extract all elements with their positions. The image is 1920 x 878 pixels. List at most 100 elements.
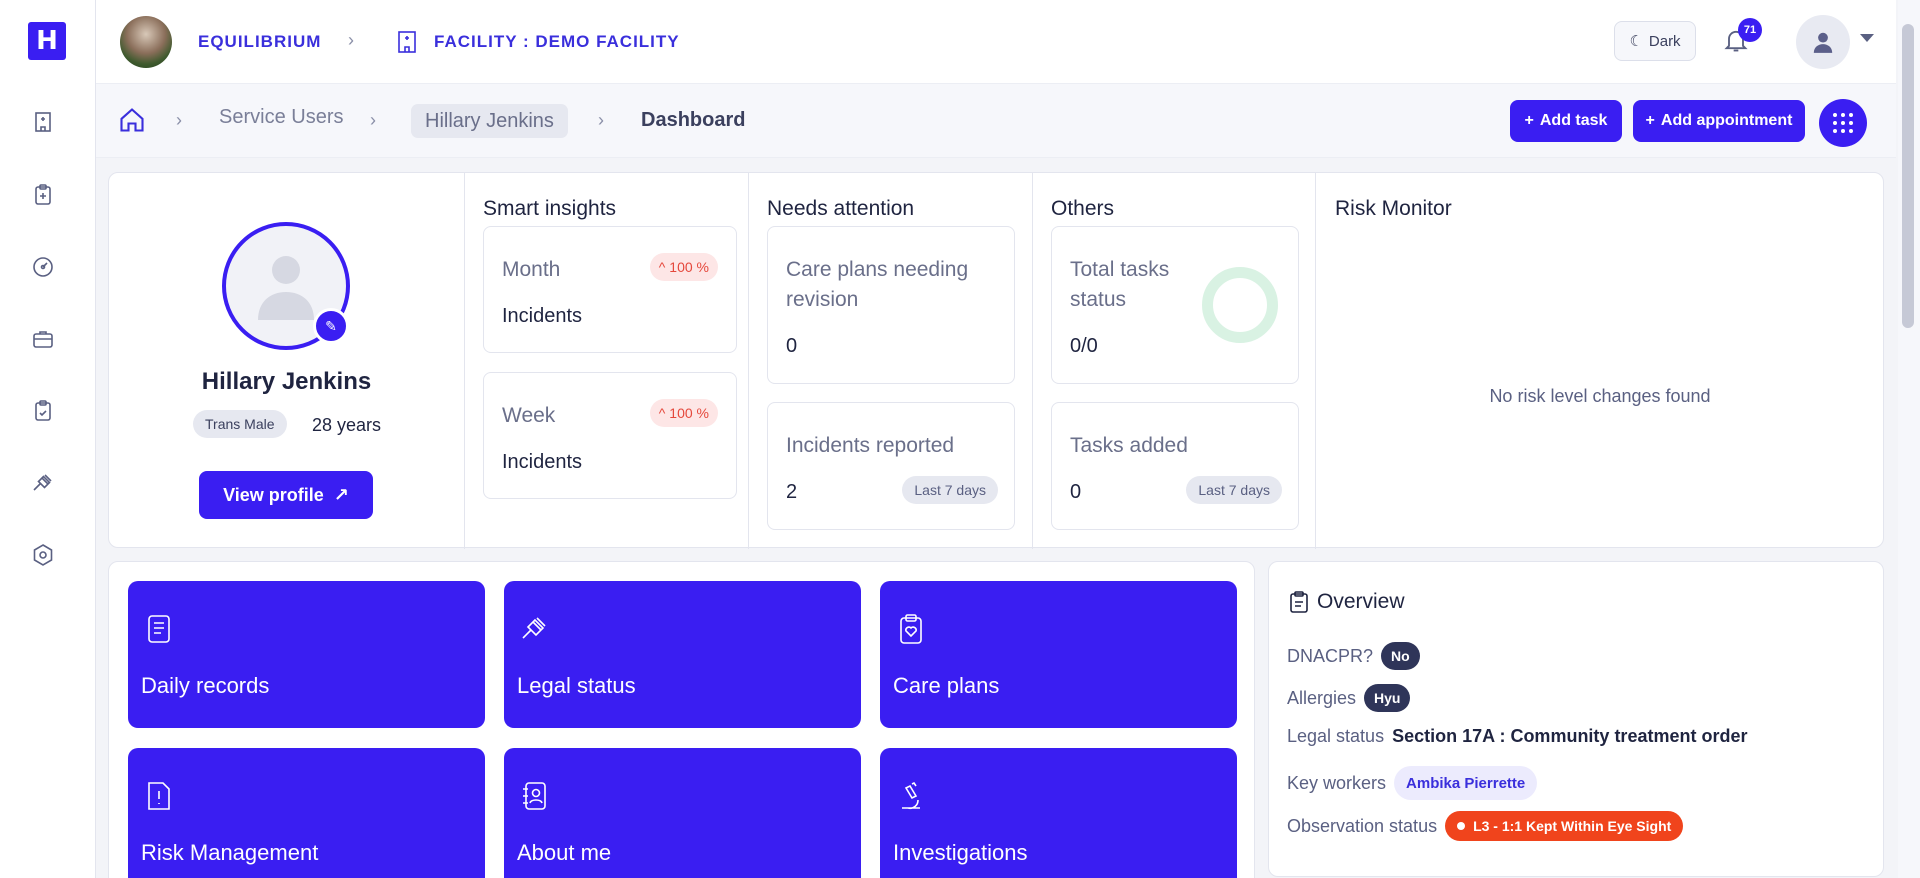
risk-monitor-title: Risk Monitor [1335,197,1452,220]
insight-period: Month [502,258,561,281]
care-plans-label: Care plans needing revision [786,258,969,311]
divider [464,173,465,549]
building-icon[interactable] [28,107,58,137]
tasks-donut-chart [1202,267,1278,343]
alert-document-icon [144,780,174,812]
clipboard-icon [1289,590,1311,614]
divider [1032,173,1033,549]
tile-label: Legal status [517,673,636,698]
total-tasks-label: Total tasks status [1070,258,1170,311]
total-tasks-card[interactable]: Total tasks status 0/0 [1051,226,1299,384]
chevron-down-icon[interactable] [1860,34,1874,42]
tile-label: Care plans [893,673,1000,698]
add-task-button[interactable]: + Add task [1510,100,1622,142]
observation-label: Observation status [1287,815,1438,836]
notification-count-badge: 71 [1738,18,1762,42]
dnacpr-badge: No [1381,642,1420,670]
avatar-placeholder-icon [258,256,314,320]
scrollbar-thumb[interactable] [1902,24,1914,328]
legal-status-row: Legal status Section 17A : Community tre… [1287,726,1747,747]
user-icon [1813,32,1833,53]
view-profile-label: View profile [223,484,324,505]
needs-attention-title: Needs attention [767,197,915,220]
divider [748,173,749,549]
contact-book-icon [520,780,550,812]
insight-card-week[interactable]: Week ^ 100 % Incidents [483,372,737,499]
observation-row: Observation status L3 - 1:1 Kept Within … [1287,811,1684,841]
tile-care-plans[interactable]: Care plans [880,581,1237,728]
status-dot-icon [1457,822,1466,830]
app-logo[interactable]: H [28,22,66,60]
user-avatar[interactable] [1796,15,1850,69]
gauge-icon[interactable] [28,252,58,282]
facility-avatar[interactable] [120,16,172,68]
tile-daily-records[interactable]: Daily records [128,581,485,728]
dnacpr-row: DNACPR? No [1287,642,1420,670]
tile-risk-management[interactable]: Risk Management [128,748,485,878]
insight-period: Week [502,404,556,427]
add-task-label: Add task [1539,112,1608,129]
key-workers-label: Key workers [1287,772,1387,793]
overview-card: Overview DNACPR? No Allergies Hyu Legal … [1268,561,1884,877]
incidents-value: 2 [786,481,798,503]
care-plans-value: 0 [786,335,798,357]
risk-empty-message: No risk level changes found [1489,386,1711,406]
facility-icon [396,30,418,54]
age-text: 28 years [312,415,382,435]
divider [1315,173,1316,549]
profile-name: Hillary Jenkins [201,368,372,395]
clipboard-check-icon[interactable] [28,396,58,426]
others-title: Others [1051,197,1115,220]
total-tasks-value: 0/0 [1070,335,1098,357]
gavel-icon[interactable] [28,468,58,498]
sidebar: H [0,0,96,878]
observation-value: L3 - 1:1 Kept Within Eye Sight [1473,818,1672,834]
tile-investigations[interactable]: Investigations [880,748,1237,878]
edit-pencil-icon[interactable]: ✎ [313,308,349,344]
add-appointment-label: Add appointment [1660,112,1793,129]
top-bar: EQUILIBRIUM › FACILITY : DEMO FACILITY ☾… [96,0,1896,84]
facility-selector[interactable]: FACILITY : DEMO FACILITY [434,32,680,52]
observation-badge: L3 - 1:1 Kept Within Eye Sight [1445,811,1684,841]
period-badge: Last 7 days [1186,476,1282,504]
tile-label: Daily records [141,673,270,698]
incidents-label: Incidents reported [786,434,955,457]
tasks-added-card[interactable]: Tasks added 0 Last 7 days [1051,402,1299,530]
quick-links-card: Daily records Legal status Care plans Ri… [108,561,1255,878]
breadcrumb-user[interactable]: Hillary Jenkins [411,104,568,138]
tile-about-me[interactable]: About me [504,748,861,878]
briefcase-icon[interactable] [28,324,58,354]
external-link-icon: ↗ [333,484,349,505]
clipboard-heart-icon [896,613,926,645]
tile-label: Investigations [893,840,1028,865]
chevron-right-icon: › [598,110,604,130]
allergies-row: Allergies Hyu [1287,684,1411,712]
clipboard-plus-icon[interactable] [28,180,58,210]
breadcrumb-service-users[interactable]: Service Users [219,106,343,129]
chevron-right-icon: › [176,110,182,130]
moon-icon: ☾ [1629,33,1643,50]
tile-legal-status[interactable]: Legal status [504,581,861,728]
key-worker-chip[interactable]: Ambika Pierrette [1394,766,1538,800]
care-plans-card[interactable]: Care plans needing revision 0 [767,226,1015,384]
apps-grid-button[interactable] [1819,99,1867,147]
microscope-icon [896,780,926,812]
insight-metric: Incidents [502,451,583,473]
tasks-added-value: 0 [1070,481,1082,503]
incidents-reported-card[interactable]: Incidents reported 2 Last 7 days [767,402,1015,530]
home-icon[interactable] [118,106,148,136]
chevron-up-icon: ^ [658,405,666,421]
chevron-right-icon: › [370,110,376,130]
insight-card-month[interactable]: Month ^ 100 % Incidents [483,226,737,353]
theme-toggle-label: Dark [1648,32,1681,50]
trend-badge: ^ 100 % [649,399,718,427]
add-appointment-button[interactable]: + Add appointment [1633,100,1805,142]
insight-metric: Incidents [502,305,583,327]
settings-hexagon-icon[interactable] [28,540,58,570]
theme-toggle-button[interactable]: ☾ Dark [1614,21,1696,61]
chevron-right-icon: › [348,30,354,50]
view-profile-button[interactable]: View profile ↗ [199,471,373,519]
org-name[interactable]: EQUILIBRIUM [198,32,321,52]
summary-card: ✎ Hillary Jenkins Trans Male 28 years Vi… [108,172,1884,549]
gender-badge: Trans Male [193,410,287,438]
